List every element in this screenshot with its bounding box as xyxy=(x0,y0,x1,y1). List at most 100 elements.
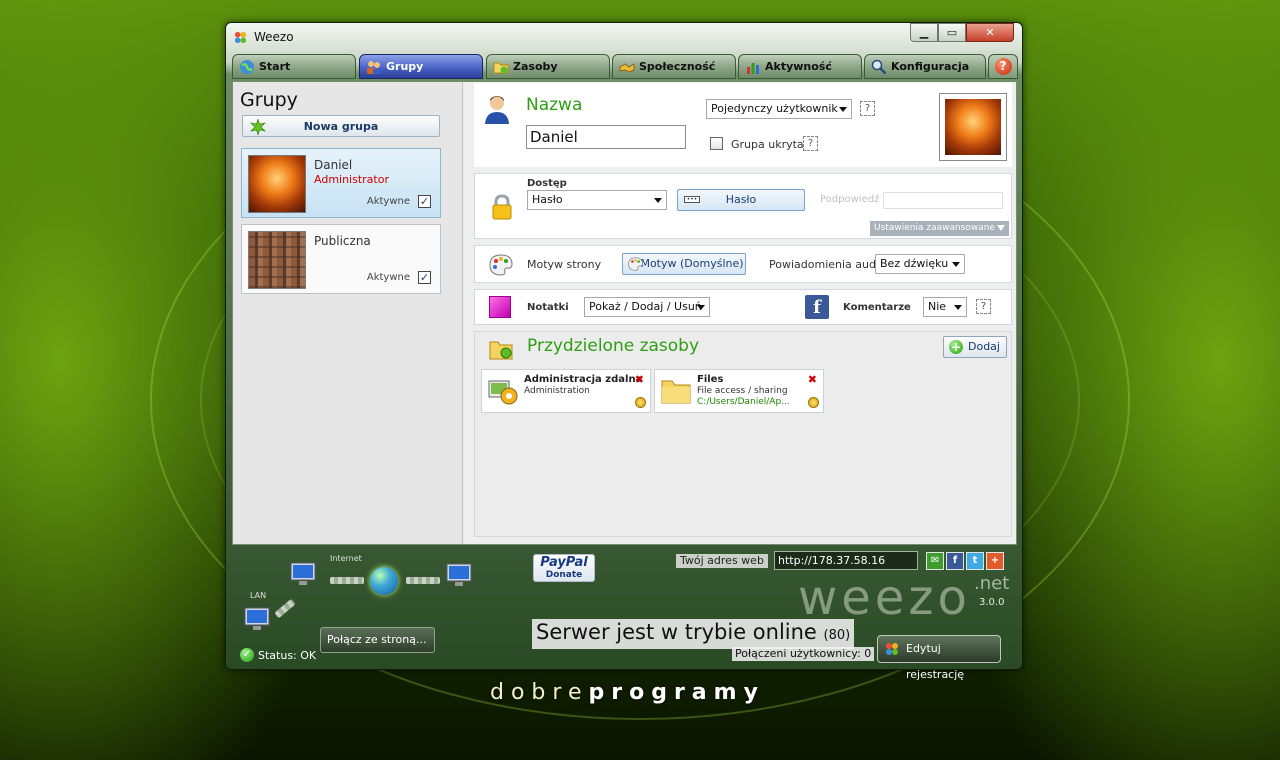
tab-konfiguracja[interactable]: Konfiguracja xyxy=(864,54,986,79)
main-content: Grupy Nowa grupa Daniel Administrator Ak… xyxy=(232,81,1017,545)
group-details-panel: Nazwa Daniel Pojedynczy użytkownik ? Gru… xyxy=(464,82,1016,544)
minimize-button[interactable]: ▁ xyxy=(910,23,938,42)
tab-grupy[interactable]: Grupy xyxy=(359,54,483,79)
group-name-field[interactable]: Daniel xyxy=(526,125,686,149)
advanced-settings-label: Ustawienia zaawansowane xyxy=(874,223,995,233)
tab-label: Aktywność xyxy=(765,60,832,73)
title-bar: Weezo ▁ ▭ ✕ xyxy=(226,23,1022,51)
folder-icon xyxy=(661,380,691,404)
email-share-icon[interactable]: ✉ xyxy=(926,552,944,570)
password-field-icon: ••• xyxy=(684,196,700,203)
resource-card[interactable]: Files File access / sharing C:/Users/Dan… xyxy=(654,369,824,413)
group-role: Administrator xyxy=(314,173,389,186)
app-window: Weezo ▁ ▭ ✕ Start Grupy Zasoby Społeczno… xyxy=(225,22,1023,681)
web-address-label: Twój adres web xyxy=(676,554,768,568)
theme-label: Motyw strony xyxy=(527,258,602,271)
notes-value: Pokaż / Dodaj / Usuń xyxy=(589,300,702,313)
lan-connection-line xyxy=(274,598,296,619)
password-button[interactable]: ••• Hasło xyxy=(677,189,805,211)
burst-star-icon xyxy=(250,119,266,135)
chevron-down-icon xyxy=(654,198,662,203)
notes-label: Notatki xyxy=(527,302,569,313)
user-type-help-icon[interactable]: ? xyxy=(860,101,875,116)
comments-select[interactable]: Nie xyxy=(923,297,967,317)
user-type-select[interactable]: Pojedynczy użytkownik xyxy=(706,99,852,119)
tab-spolecznosc[interactable]: Społeczność xyxy=(612,54,736,79)
help-button[interactable]: ? xyxy=(988,54,1018,79)
theme-button[interactable]: Motyw (Domyślne) xyxy=(622,253,746,275)
globe-icon xyxy=(370,567,398,595)
lan-computer-icon xyxy=(244,607,270,630)
add-resource-label: Dodaj xyxy=(968,340,1000,353)
new-group-button[interactable]: Nowa grupa xyxy=(242,115,440,137)
group-card-publiczna[interactable]: Publiczna Aktywne ✓ xyxy=(241,224,441,294)
chevron-down-icon xyxy=(697,305,705,310)
sticky-note-icon xyxy=(489,296,511,318)
tab-start[interactable]: Start xyxy=(232,54,356,79)
access-select[interactable]: Hasło xyxy=(527,190,667,210)
paypal-donate-button[interactable]: PayPal Donate xyxy=(533,554,595,582)
chevron-down-icon xyxy=(839,107,847,112)
notes-select[interactable]: Pokaż / Dodaj / Usuń xyxy=(584,297,710,317)
chevron-down-icon xyxy=(952,262,960,267)
group-active-checkbox[interactable]: ✓ xyxy=(418,195,431,208)
group-avatar xyxy=(248,155,306,213)
status-area: Internet LAN Połącz ze stroną... ✓ Statu… xyxy=(232,549,1017,681)
lan-label: LAN xyxy=(250,591,267,600)
remove-resource-icon[interactable]: ✖ xyxy=(635,373,644,386)
favorite-icon[interactable] xyxy=(808,397,819,408)
resource-type: Administration xyxy=(524,386,590,396)
remove-resource-icon[interactable]: ✖ xyxy=(808,373,817,386)
remote-computer-icon xyxy=(446,563,472,586)
internet-label: Internet xyxy=(330,554,362,563)
theme-section: Motyw strony Motyw (Domyślne) Powiadomie… xyxy=(474,245,1012,283)
add-share-icon[interactable]: + xyxy=(986,552,1004,570)
resource-card[interactable]: Administracja zdalna Administration ✖ xyxy=(481,369,651,413)
advanced-settings-toggle[interactable]: Ustawienia zaawansowane xyxy=(870,221,1009,236)
audio-value: Bez dźwięku xyxy=(880,257,949,270)
folder-icon xyxy=(493,62,509,74)
hidden-group-help-icon[interactable]: ? xyxy=(803,136,818,151)
comments-help-icon[interactable]: ? xyxy=(976,299,991,314)
dobreprogramy-brand: dobreprogramy xyxy=(490,680,765,705)
theme-button-label: Motyw (Domyślne) xyxy=(640,257,744,270)
tab-label: Start xyxy=(259,60,291,73)
connection-status: ✓ Status: OK xyxy=(240,648,316,662)
web-address-field[interactable]: http://178.37.58.16 xyxy=(774,551,918,570)
name-label: Nazwa xyxy=(526,95,583,115)
edit-registration-button[interactable]: Edytuj rejestrację xyxy=(877,635,1001,681)
server-computer-icon xyxy=(290,562,316,585)
resources-title: Przydzielone zasoby xyxy=(527,336,700,356)
audio-select[interactable]: Bez dźwięku xyxy=(875,254,965,274)
group-name: Publiczna xyxy=(314,234,371,248)
palette-icon xyxy=(489,254,513,276)
connect-to-site-button[interactable]: Połącz ze stroną... xyxy=(320,627,435,653)
add-resource-button[interactable]: + Dodaj xyxy=(943,336,1007,358)
group-picture[interactable] xyxy=(939,93,1007,161)
lock-icon xyxy=(492,194,512,220)
favorite-icon[interactable] xyxy=(635,397,646,408)
hint-field[interactable] xyxy=(883,192,1003,209)
hidden-group-checkbox[interactable] xyxy=(710,137,723,150)
paypal-logo-text: PayPal xyxy=(540,555,588,570)
palette-small-icon xyxy=(628,257,643,271)
resource-type: File access / sharing xyxy=(697,386,788,396)
access-label: Dostęp xyxy=(527,178,567,189)
brand-suffix: programy xyxy=(588,680,765,705)
remote-admin-icon xyxy=(488,380,518,405)
facebook-icon: f xyxy=(805,295,829,319)
tab-zasoby[interactable]: Zasoby xyxy=(486,54,610,79)
close-button[interactable]: ✕ xyxy=(966,23,1014,42)
group-active-checkbox[interactable]: ✓ xyxy=(418,271,431,284)
tab-aktywnosc[interactable]: Aktywność xyxy=(738,54,862,79)
groups-title: Grupy xyxy=(240,89,298,111)
twitter-share-icon[interactable]: t xyxy=(966,552,984,570)
group-card-daniel[interactable]: Daniel Administrator Aktywne ✓ xyxy=(241,148,441,218)
comments-value: Nie xyxy=(928,300,947,313)
weezo-flower-icon xyxy=(886,643,898,655)
facebook-share-icon[interactable]: f xyxy=(946,552,964,570)
folder-add-icon xyxy=(489,341,513,360)
tab-label: Społeczność xyxy=(639,60,716,73)
weezo-logo-icon xyxy=(234,31,247,44)
maximize-button[interactable]: ▭ xyxy=(938,23,966,42)
